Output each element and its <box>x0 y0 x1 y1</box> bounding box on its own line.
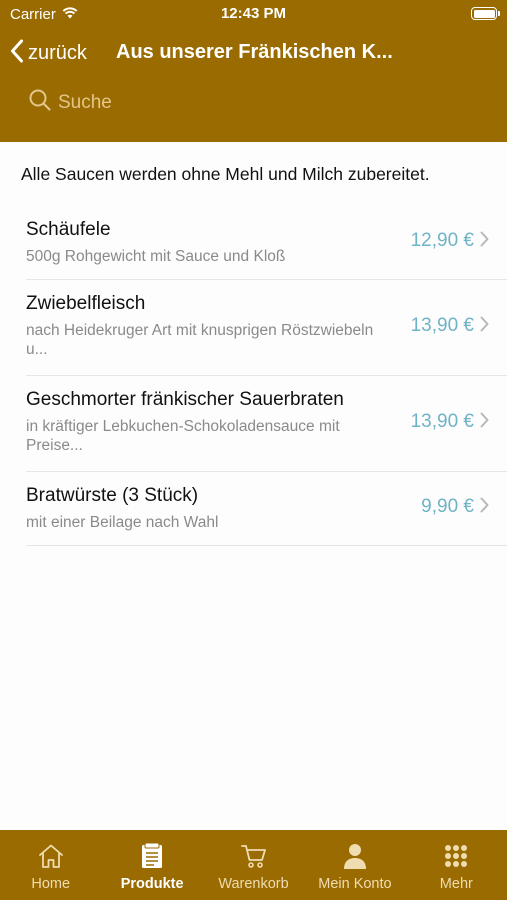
person-icon <box>340 842 370 870</box>
status-bar: Carrier 12:43 PM <box>0 0 507 30</box>
item-price: 12,90 € <box>410 230 474 251</box>
tab-mein-konto[interactable]: Mein Konto <box>304 830 405 900</box>
item-description: mit einer Beilage nach Wahl <box>26 514 219 531</box>
list-item[interactable]: Bratwürste (3 Stück) mit einer Beilage n… <box>26 472 507 546</box>
home-icon <box>36 842 66 870</box>
item-name: Bratwürste (3 Stück) <box>26 485 199 506</box>
content-area: Alle Saucen werden ohne Mehl und Milch z… <box>0 142 507 830</box>
info-text: Alle Saucen werden ohne Mehl und Milch z… <box>21 164 430 184</box>
item-description: in kräftiger Lebkuchen-Schokoladensauce … <box>26 418 340 454</box>
back-label: zurück <box>28 41 87 64</box>
chevron-right-icon <box>480 231 489 252</box>
chevron-right-icon <box>480 316 489 337</box>
menu-card-icon <box>137 842 167 870</box>
chevron-right-icon <box>480 412 489 433</box>
tab-warenkorb[interactable]: Warenkorb <box>203 830 304 900</box>
chevron-right-icon <box>480 497 489 518</box>
list-item[interactable]: Schäufele 500g Rohgewicht mit Sauce und … <box>26 206 507 280</box>
item-price: 9,90 € <box>421 496 474 517</box>
header: Carrier 12:43 PM zurück Aus unserer Frän… <box>0 0 507 142</box>
item-price-group: 12,90 € <box>411 230 489 252</box>
item-price-group: 13,90 € <box>411 411 489 433</box>
chevron-left-icon <box>10 39 24 68</box>
list-item[interactable]: Geschmorter fränkischer Sauerbraten in k… <box>26 376 507 472</box>
menu-list: Schäufele 500g Rohgewicht mit Sauce und … <box>0 206 507 546</box>
item-price: 13,90 € <box>410 411 474 432</box>
item-price: 13,90 € <box>410 315 474 336</box>
cart-icon <box>239 842 269 870</box>
item-description: nach Heidekruger Art mit knusprigen Röst… <box>26 322 374 358</box>
search-icon <box>28 88 52 117</box>
back-button[interactable]: zurück <box>10 38 87 68</box>
tab-label: Home <box>31 876 71 892</box>
tab-produkte[interactable]: Produkte <box>101 830 202 900</box>
search-placeholder: Suche <box>58 91 112 113</box>
tab-mehr[interactable]: Mehr <box>406 830 507 900</box>
item-name: Geschmorter fränkischer Sauerbraten <box>26 389 344 410</box>
search-input[interactable]: Suche <box>28 88 112 117</box>
page-title: Aus unserer Fränkischen K... <box>116 41 393 63</box>
navigation-bar: zurück Aus unserer Fränkischen K... <box>0 30 507 76</box>
tab-home[interactable]: Home <box>0 830 101 900</box>
item-name: Schäufele <box>26 219 111 240</box>
item-description: 500g Rohgewicht mit Sauce und Kloß <box>26 248 286 265</box>
tab-label: Mehr <box>439 876 473 892</box>
tab-label: Mein Konto <box>318 876 392 892</box>
grid-icon <box>441 842 471 870</box>
tab-label: Produkte <box>120 876 184 892</box>
battery-icon <box>471 7 500 20</box>
item-name: Zwiebelfleisch <box>26 293 146 314</box>
item-price-group: 9,90 € <box>421 496 489 518</box>
tab-bar: Home Produkte Warenkorb Mein Konto Mehr <box>0 830 507 900</box>
status-time: 12:43 PM <box>220 5 287 22</box>
item-price-group: 13,90 € <box>411 315 489 337</box>
list-item[interactable]: Zwiebelfleisch nach Heidekruger Art mit … <box>26 280 507 376</box>
app-screen: Carrier 12:43 PM zurück Aus unserer Frän… <box>0 0 507 900</box>
tab-label: Warenkorb <box>218 876 289 892</box>
